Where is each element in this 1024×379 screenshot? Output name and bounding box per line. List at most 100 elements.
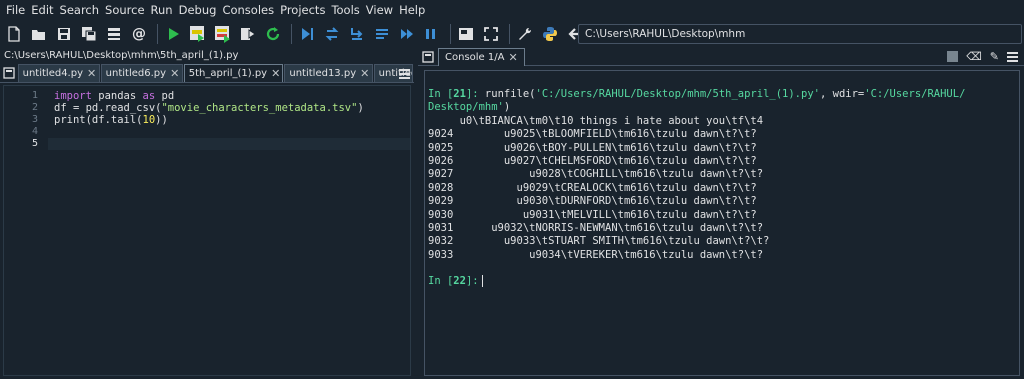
fullscreen-icon[interactable]: [480, 23, 502, 45]
string-literal: "movie_characters_metadata.tsv": [161, 102, 358, 114]
tab-label: untitled13.py: [289, 68, 357, 79]
line-number: 4: [31, 126, 38, 137]
file-list-icon[interactable]: [103, 23, 125, 45]
menu-consoles[interactable]: Consoles: [219, 0, 277, 20]
save-icon[interactable]: [53, 23, 75, 45]
working-directory-input[interactable]: C:\Users\RAHUL\Desktop\mhm: [578, 24, 1022, 44]
tab-label: 5th_april_(1).py: [188, 68, 268, 79]
menu-help[interactable]: Help: [396, 0, 428, 20]
menu-bar: File Edit Search Source Run Debug Consol…: [0, 0, 1024, 20]
input-prompt: In [: [428, 88, 454, 100]
command-text: runfile(: [484, 88, 536, 100]
menu-view[interactable]: View: [363, 0, 396, 20]
clear-console-icon[interactable]: ⌫: [966, 50, 982, 63]
erase-icon[interactable]: ✎: [990, 50, 999, 63]
code-text: pandas: [91, 90, 143, 102]
input-prompt-close: ]:: [465, 88, 485, 100]
output-line: 9029 u9030\tDURNFORD\tm616\tzulu dawn\t?…: [428, 195, 757, 208]
run-cell-advance-icon[interactable]: [212, 23, 234, 45]
menu-run[interactable]: Run: [148, 0, 176, 20]
code-text: df = pd.read_csv(: [54, 102, 162, 114]
output-line: 9026 u9027\tCHELMSFORD\tm616\tzulu dawn\…: [428, 154, 757, 167]
hamburger-menu-icon[interactable]: [1007, 51, 1018, 62]
code-line-3: print(df.tail(10)): [54, 114, 410, 126]
at-icon[interactable]: @: [128, 23, 150, 45]
hamburger-menu-icon[interactable]: [396, 66, 412, 82]
save-all-icon[interactable]: [78, 23, 100, 45]
menu-source[interactable]: Source: [102, 0, 148, 20]
editor-filepath: C:\Users\RAHUL\Desktop\mhm\5th_april_(1)…: [4, 50, 239, 61]
close-icon[interactable]: ✕: [508, 51, 517, 64]
ipython-console[interactable]: In [21]: runfile('C:/Users/RAHUL/Desktop…: [424, 70, 1020, 376]
tab-console-1a[interactable]: Console 1/A ✕: [438, 47, 525, 66]
output-line: 9027 u9028\tCOGHILL\tm616\tzulu dawn\t?\…: [428, 168, 764, 181]
debug-icon[interactable]: [296, 23, 318, 45]
code-text: pd: [155, 90, 175, 102]
continue-icon[interactable]: [396, 23, 418, 45]
run-icon[interactable]: [162, 23, 184, 45]
code-line-1: import pandas as pd: [54, 90, 410, 102]
code-text: )): [155, 114, 168, 126]
input-number: 21: [453, 88, 466, 100]
run-selection-icon[interactable]: [237, 23, 259, 45]
output-line: 9032 u9033\tSTUART SMITH\tm616\tzulu daw…: [428, 235, 770, 248]
stop-kernel-icon[interactable]: [947, 51, 959, 62]
browse-tabs-icon[interactable]: [422, 51, 434, 66]
tab-untitled6[interactable]: untitled6.py ✕: [100, 64, 183, 82]
output-line: 9033 u9034\tVEREKER\tm616\tzulu dawn\t?\…: [428, 248, 764, 261]
menu-edit[interactable]: Edit: [28, 0, 56, 20]
console-tools: ⌫ ✎: [947, 50, 1018, 63]
input-number: 22: [453, 275, 466, 288]
close-icon[interactable]: ✕: [271, 67, 280, 80]
console-tabbar: Console 1/A ✕ ⌫ ✎: [418, 47, 1024, 66]
step-into-icon[interactable]: [346, 23, 368, 45]
editor-pane: C:\Users\RAHUL\Desktop\mhm\5th_april_(1)…: [0, 48, 415, 379]
menu-debug[interactable]: Debug: [176, 0, 220, 20]
number-literal: 10: [142, 114, 156, 126]
code-content: import pandas as pd df = pd.read_csv("mo…: [48, 86, 410, 150]
toolbar-separator: [157, 24, 158, 44]
tab-untitled13[interactable]: untitled13.py ✕: [284, 64, 373, 82]
close-icon[interactable]: ✕: [87, 67, 96, 80]
line-number-gutter: 1 2 3 4 5: [4, 86, 48, 375]
command-text: ): [503, 101, 511, 114]
menu-file[interactable]: File: [3, 0, 28, 20]
toolbar-separator: [450, 24, 451, 44]
console-input-line-cont: Desktop/mhm'): [428, 101, 1019, 114]
menu-projects[interactable]: Projects: [277, 0, 328, 20]
maximize-pane-icon[interactable]: [455, 23, 477, 45]
output-line: 9024 u9025\tBLOOMFIELD\tm616\tzulu dawn\…: [428, 128, 757, 141]
output-line: 9025 u9026\tBOY-PULLEN\tm616\tzulu dawn\…: [428, 141, 757, 154]
tab-untitled4[interactable]: untitled4.py ✕: [17, 64, 100, 82]
code-line-5-current: [48, 138, 410, 150]
input-prompt: In [: [428, 275, 454, 288]
step-out-icon[interactable]: [371, 23, 393, 45]
step-icon[interactable]: [321, 23, 343, 45]
line-number: 5: [31, 138, 38, 149]
line-number: 2: [31, 102, 38, 113]
stop-debug-icon[interactable]: [421, 23, 443, 45]
close-icon[interactable]: ✕: [170, 67, 179, 80]
code-text: ): [357, 102, 364, 114]
string-literal: Desktop/mhm': [428, 101, 504, 114]
code-editor[interactable]: 1 2 3 4 5 import pandas as pd df = pd.re…: [3, 85, 415, 376]
new-file-icon[interactable]: [3, 23, 25, 45]
open-folder-icon[interactable]: [28, 23, 50, 45]
rerun-icon[interactable]: [262, 23, 284, 45]
close-icon[interactable]: ✕: [360, 67, 369, 80]
menu-search[interactable]: Search: [57, 0, 103, 20]
python-path-icon[interactable]: [539, 23, 561, 45]
text-cursor: [481, 275, 483, 288]
keyword: as: [142, 90, 156, 102]
output-line: 9028 u9029\tCREALOCK\tm616\tzulu dawn\t?…: [428, 181, 757, 194]
browse-tabs-icon[interactable]: [0, 64, 18, 82]
console-pane: Console 1/A ✕ ⌫ ✎ In [21]: runfile('C:/U…: [418, 47, 1024, 379]
tab-5th-april[interactable]: 5th_april_(1).py ✕: [183, 64, 284, 82]
run-cell-icon[interactable]: [187, 23, 209, 45]
wrench-icon[interactable]: [514, 23, 536, 45]
string-literal: 'C:/Users/RAHUL/Desktop/mhm/5th_april_(1…: [535, 88, 820, 100]
toolbar-separator: [509, 24, 510, 44]
menu-tools[interactable]: Tools: [328, 0, 362, 20]
